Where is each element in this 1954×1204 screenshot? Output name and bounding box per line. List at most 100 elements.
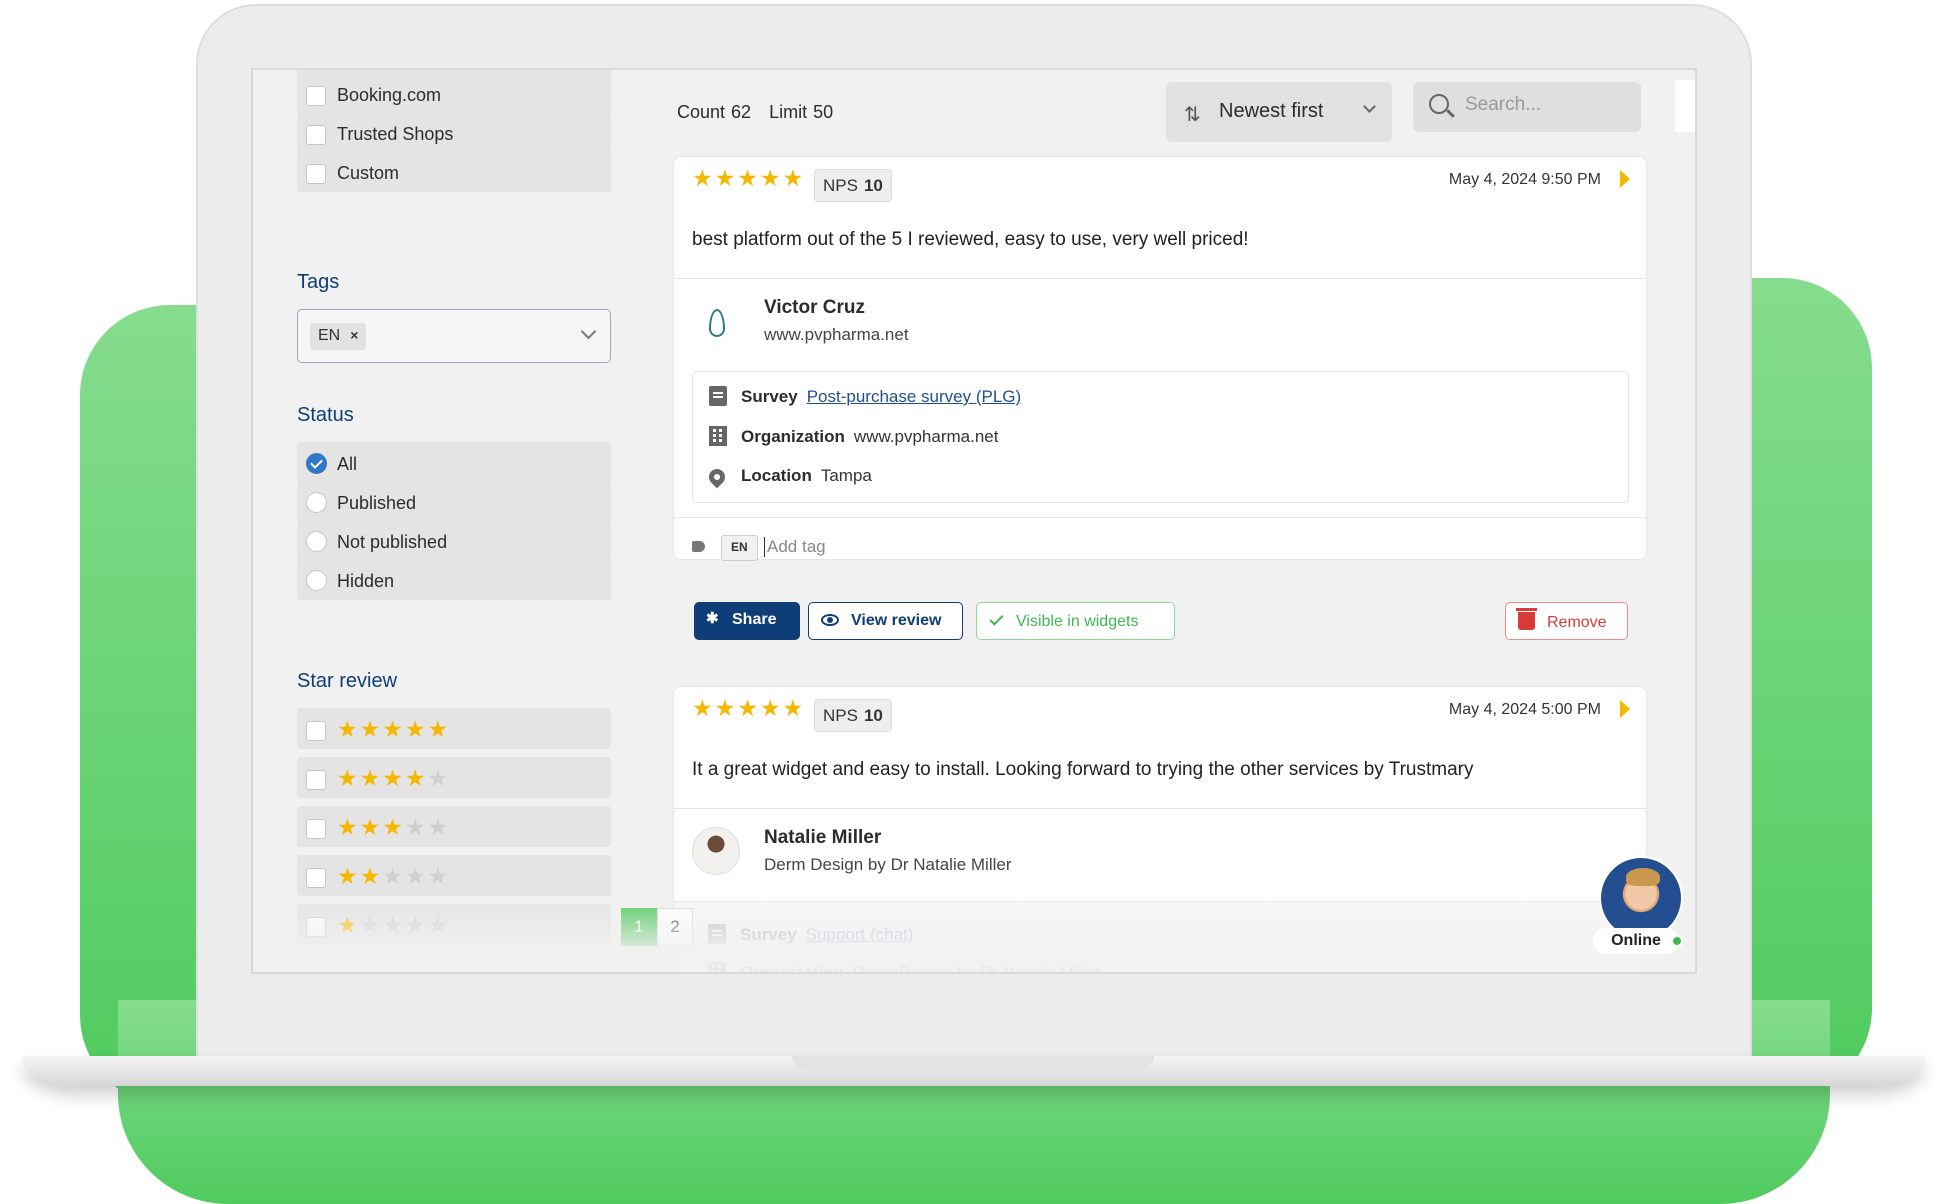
meta-label: Organization: [740, 963, 844, 974]
star-filter-3[interactable]: ★★★★★: [297, 806, 611, 847]
chat-widget[interactable]: Online: [1593, 856, 1683, 956]
star-filter-1[interactable]: ★★★★★: [297, 904, 611, 945]
checkbox[interactable]: [306, 917, 326, 937]
star-filter-4[interactable]: ★★★★★: [297, 757, 611, 798]
tag-chip-en[interactable]: EN: [721, 535, 758, 561]
meta-value: Tampa: [820, 466, 872, 485]
meta-location: Location Tampa: [705, 465, 872, 489]
laptop-notch: [792, 1056, 1154, 1070]
survey-icon: [709, 386, 727, 406]
status-option-not-published[interactable]: Not published: [297, 520, 611, 561]
limit-label: Limit: [769, 102, 808, 122]
view-review-button[interactable]: View review: [808, 602, 963, 640]
search-icon: [1429, 94, 1449, 114]
view-review-label: View review: [851, 612, 942, 629]
checkbox[interactable]: [306, 721, 326, 741]
tag-icon: [692, 541, 705, 552]
meta-organization: Organization www.pvpharma.net: [709, 426, 998, 447]
page-button[interactable]: 2: [657, 908, 693, 946]
scrollbar-thumb[interactable]: [1675, 80, 1695, 132]
status-option-published[interactable]: Published: [297, 481, 611, 522]
remove-button[interactable]: Remove: [1505, 602, 1628, 640]
nps-label: NPS: [823, 706, 858, 725]
meta-value: Derm Design by Dr Natalie Miller: [852, 963, 1101, 974]
radio[interactable]: [306, 492, 327, 513]
star-rating-icon: ★★★★★: [337, 765, 451, 791]
review-meta-box: Survey Support (chat) Organization Derm De…: [674, 901, 1646, 974]
limit-value: 50: [813, 102, 834, 122]
count-value: 62: [731, 102, 752, 122]
star-filter-5[interactable]: ★★★★★: [297, 708, 611, 749]
trash-icon: [1516, 608, 1537, 630]
company-logo-icon: [692, 297, 740, 345]
sort-icon: ⇅: [1184, 104, 1201, 126]
reviewer-name: Natalie Miller: [764, 827, 882, 848]
source-option-custom[interactable]: Custom: [297, 151, 611, 192]
sort-value: Newest first: [1219, 100, 1324, 122]
meta-organization: Organization Derm Design by Dr Natalie Mi…: [708, 962, 1101, 974]
eye-icon: [821, 614, 839, 626]
checkbox[interactable]: [306, 164, 326, 184]
tags-heading: Tags: [297, 271, 340, 293]
add-tag-input[interactable]: Add tag: [764, 537, 826, 557]
review-meta-box: Survey Post-purchase survey (PLG) Organiz…: [692, 371, 1629, 503]
source-label: Trusted Shops: [337, 124, 454, 144]
nps-value: 10: [863, 176, 883, 195]
star-rating-icon: ★★★★★: [337, 863, 451, 889]
review-text: best platform out of the 5 I reviewed, e…: [692, 229, 1249, 250]
star-filter-2[interactable]: ★★★★★: [297, 855, 611, 896]
meta-label: Organization: [741, 427, 845, 446]
building-icon: [709, 426, 727, 446]
share-label: Share: [732, 611, 777, 628]
search-input[interactable]: [1465, 94, 1625, 116]
visible-in-widgets-button[interactable]: Visible in widgets: [976, 602, 1175, 640]
review-card: ★★★★★ NPS 10 May 4, 2024 9:50 PM best pla…: [673, 156, 1647, 640]
source-option-trusted-shops[interactable]: Trusted Shops: [297, 112, 611, 153]
survey-link[interactable]: Post-purchase survey (PLG): [807, 387, 1021, 406]
radio[interactable]: [306, 531, 327, 552]
status-option-hidden[interactable]: Hidden: [297, 559, 611, 600]
chevron-down-icon: [1363, 100, 1376, 113]
reviewer-name: Victor Cruz: [764, 297, 866, 318]
divider: [674, 517, 1646, 518]
radio[interactable]: [306, 570, 327, 591]
status-label: Published: [337, 493, 417, 513]
tag-chip-label: EN: [318, 327, 341, 344]
checkbox[interactable]: [306, 868, 326, 888]
meta-survey: Survey Support (chat): [708, 924, 913, 945]
sort-dropdown[interactable]: ⇅ Newest first: [1166, 82, 1392, 142]
page-button[interactable]: 1: [621, 908, 657, 946]
status-heading: Status: [297, 404, 354, 426]
remove-tag-icon[interactable]: ×: [350, 327, 358, 343]
visible-label: Visible in widgets: [1016, 613, 1139, 630]
checkbox[interactable]: [306, 125, 326, 145]
source-label: Custom: [337, 163, 400, 183]
nps-label: NPS: [823, 176, 858, 195]
checkbox[interactable]: [306, 86, 326, 106]
online-status: Online: [1593, 928, 1679, 954]
status-label: Not published: [337, 532, 448, 552]
meta-label: Survey: [741, 387, 798, 406]
survey-link[interactable]: Support (chat): [806, 925, 914, 944]
flag-icon[interactable]: [1620, 170, 1630, 188]
status-label: Hidden: [337, 571, 395, 591]
star-rating-icon: ★★★★★: [337, 912, 451, 938]
checkbox[interactable]: [306, 819, 326, 839]
pagination: 1 2: [621, 908, 693, 946]
source-label: Booking.com: [337, 85, 442, 105]
status-option-all[interactable]: All: [297, 442, 611, 483]
flag-icon[interactable]: [1620, 700, 1630, 718]
checkbox[interactable]: [306, 770, 326, 790]
search-box[interactable]: [1413, 82, 1641, 132]
meta-survey: Survey Post-purchase survey (PLG): [709, 386, 1021, 407]
check-icon: [989, 611, 1004, 626]
remove-label: Remove: [1547, 614, 1607, 631]
radio-selected[interactable]: [306, 453, 327, 474]
building-icon: [708, 962, 726, 972]
source-option-booking[interactable]: Booking.com: [297, 73, 611, 114]
share-button[interactable]: Share: [694, 602, 800, 640]
chevron-down-icon[interactable]: [580, 323, 597, 340]
count-label: Count: [677, 102, 726, 122]
review-stars-icon: ★★★★★: [692, 695, 806, 721]
tags-select[interactable]: EN ×: [297, 309, 611, 363]
